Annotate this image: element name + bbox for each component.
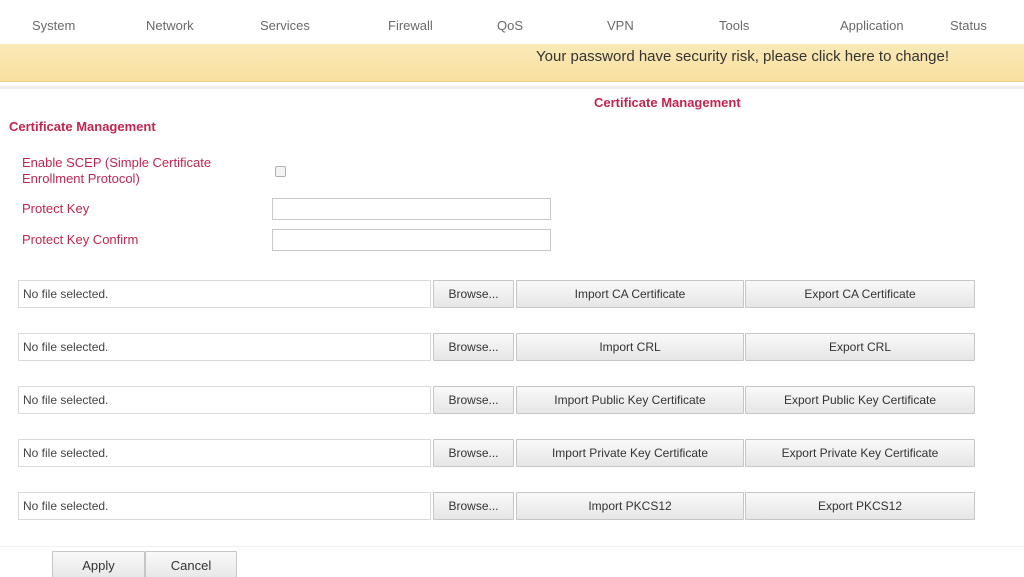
nav-item-application[interactable]: Application	[840, 18, 904, 33]
pkcs12-browse-button[interactable]: Browse...	[433, 492, 514, 520]
pkcs12-file-status: No file selected.	[18, 492, 431, 520]
ca-file-status: No file selected.	[18, 280, 431, 308]
import-ca-certificate-button[interactable]: Import CA Certificate	[516, 280, 744, 308]
scep-label: Enable SCEP (Simple Certificate Enrollme…	[22, 155, 212, 186]
header-divider	[0, 86, 1024, 89]
private-key-file-status: No file selected.	[18, 439, 431, 467]
protect-key-confirm-label: Protect Key Confirm	[22, 232, 139, 247]
enable-scep-checkbox[interactable]	[275, 166, 286, 177]
nav-item-system[interactable]: System	[32, 18, 75, 33]
top-navigation: System Network Services Firewall QoS VPN…	[0, 0, 1024, 46]
nav-item-qos[interactable]: QoS	[497, 18, 523, 33]
import-crl-button[interactable]: Import CRL	[516, 333, 744, 361]
protect-key-label: Protect Key	[22, 201, 90, 216]
export-private-key-certificate-button[interactable]: Export Private Key Certificate	[745, 439, 975, 467]
section-title: Certificate Management	[9, 119, 156, 134]
protect-key-input[interactable]	[272, 198, 551, 220]
export-public-key-certificate-button[interactable]: Export Public Key Certificate	[745, 386, 975, 414]
private-key-browse-button[interactable]: Browse...	[433, 439, 514, 467]
page-title: Certificate Management	[594, 95, 741, 110]
password-warning-link[interactable]: Your password have security risk, please…	[536, 48, 949, 65]
nav-item-firewall[interactable]: Firewall	[388, 18, 433, 33]
footer-divider	[0, 546, 1024, 547]
public-key-file-status: No file selected.	[18, 386, 431, 414]
apply-button[interactable]: Apply	[52, 551, 145, 577]
import-pkcs12-button[interactable]: Import PKCS12	[516, 492, 744, 520]
crl-file-status: No file selected.	[18, 333, 431, 361]
public-key-browse-button[interactable]: Browse...	[433, 386, 514, 414]
nav-item-vpn[interactable]: VPN	[607, 18, 634, 33]
export-crl-button[interactable]: Export CRL	[745, 333, 975, 361]
export-ca-certificate-button[interactable]: Export CA Certificate	[745, 280, 975, 308]
nav-item-status[interactable]: Status	[950, 18, 987, 33]
protect-key-confirm-input[interactable]	[272, 229, 551, 251]
nav-item-tools[interactable]: Tools	[719, 18, 749, 33]
cancel-button[interactable]: Cancel	[145, 551, 237, 577]
export-pkcs12-button[interactable]: Export PKCS12	[745, 492, 975, 520]
nav-item-services[interactable]: Services	[260, 18, 310, 33]
nav-item-network[interactable]: Network	[146, 18, 194, 33]
ca-browse-button[interactable]: Browse...	[433, 280, 514, 308]
import-private-key-certificate-button[interactable]: Import Private Key Certificate	[516, 439, 744, 467]
crl-browse-button[interactable]: Browse...	[433, 333, 514, 361]
import-public-key-certificate-button[interactable]: Import Public Key Certificate	[516, 386, 744, 414]
security-warning-banner: Your password have security risk, please…	[0, 44, 1024, 82]
